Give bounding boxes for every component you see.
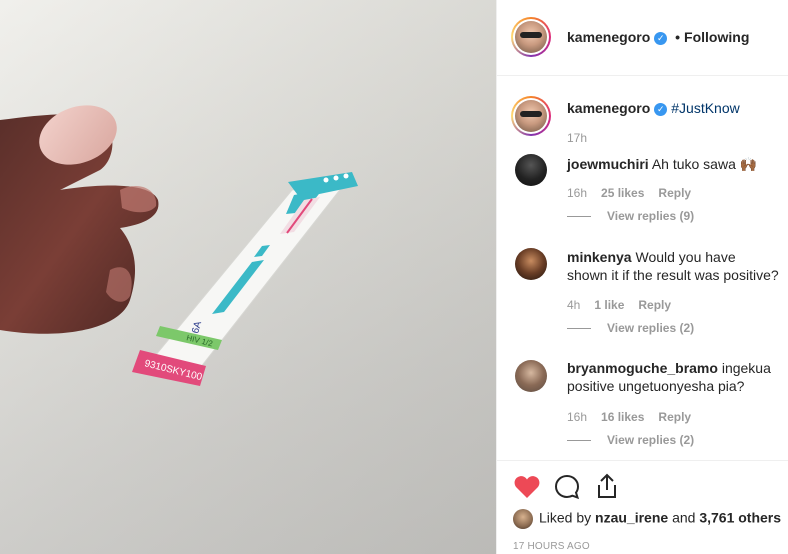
post-actions: Liked by nzau_irene and 3,761 others 17 … [497,460,788,554]
post-header: kamenegoro ✓ • Following [497,0,788,76]
comment-avatar[interactable] [515,154,547,186]
comment-time[interactable]: 16h [567,410,587,424]
verified-badge-icon: ✓ [654,31,668,45]
header-author-line: kamenegoro ✓ • Following [567,29,749,45]
view-replies-label: View replies (2) [607,321,695,335]
raised-hands-emoji: 🙌🏾 [739,156,758,172]
comment-3-meta: 16h 16 likes Reply [567,410,691,424]
caption-username[interactable]: kamenegoro [567,100,650,116]
comment-2: minkenya Would you have shown it if the … [567,248,779,284]
reply-button[interactable]: Reply [658,186,691,200]
separator-dot: • [675,29,681,45]
replies-divider [567,440,591,442]
verified-badge-icon: ✓ [654,102,668,116]
caption-avatar[interactable] [511,96,551,136]
comment-username[interactable]: bryanmoguche_bramo [567,360,718,376]
comment-time[interactable]: 4h [567,298,580,312]
liker-username[interactable]: nzau_irene [595,510,668,526]
view-replies-label: View replies (2) [607,433,695,447]
post-sidebar: kamenegoro ✓ • Following kamenegoro ✓ #JustK… [496,0,788,554]
comment-2-meta: 4h 1 like Reply [567,298,671,312]
share-icon[interactable] [593,472,621,500]
replies-divider [567,328,591,330]
liked-by-middle: and [672,509,696,526]
heart-icon[interactable] [513,473,541,501]
photo-illustration: HIV 1/2 6A 9310SKY100 [0,0,496,554]
header-username[interactable]: kamenegoro [567,29,650,45]
liked-by-line: Liked by nzau_irene and 3,761 others [513,509,781,529]
others-count-link[interactable]: 3,761 others [699,510,781,526]
comment-likes[interactable]: 25 likes [601,186,644,200]
author-avatar[interactable] [511,17,551,57]
reply-button[interactable]: Reply [658,410,691,424]
reply-button[interactable]: Reply [638,298,671,312]
comment-text: Ah tuko sawa [651,156,736,172]
comment-likes[interactable]: 16 likes [601,410,644,424]
view-replies-button[interactable]: View replies (2) [567,433,694,447]
view-replies-button[interactable]: View replies (2) [567,321,694,335]
comment-avatar[interactable] [515,360,547,392]
view-replies-label: View replies (9) [607,209,695,223]
comment-time[interactable]: 16h [567,186,587,200]
comment-1: joewmuchiri Ah tuko sawa 🙌🏾 [567,155,777,173]
comment-likes[interactable]: 1 like [594,298,624,312]
comment-1-meta: 16h 25 likes Reply [567,186,691,200]
caption-time[interactable]: 17h [567,131,587,145]
post-photo[interactable]: HIV 1/2 6A 9310SKY100 [0,0,496,554]
replies-divider [567,216,591,218]
liked-by-prefix: Liked by [539,509,592,526]
view-replies-button[interactable]: View replies (9) [567,209,694,223]
comment-icon[interactable] [553,473,581,501]
comment-3: bryanmoguche_bramo ingekua positive unge… [567,359,781,395]
caption-hashtag[interactable]: #JustKnow [671,100,739,116]
caption-text: kamenegoro ✓ #JustKnow [567,100,740,116]
post-timestamp[interactable]: 17 HOURS AGO [513,541,590,552]
following-button[interactable]: Following [684,29,749,45]
liker-avatar[interactable] [513,509,533,529]
comment-username[interactable]: minkenya [567,249,632,265]
comment-username[interactable]: joewmuchiri [567,156,649,172]
comment-avatar[interactable] [515,248,547,280]
